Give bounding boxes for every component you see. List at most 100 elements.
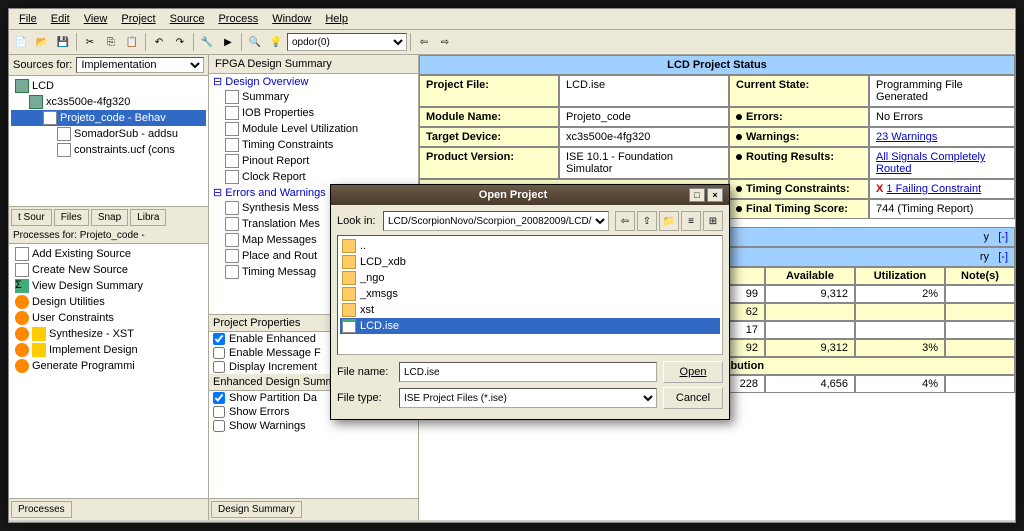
filetype-select[interactable]: ISE Project Files (*.ise): [399, 388, 657, 408]
proc-view-summary[interactable]: ΣView Design Summary: [11, 278, 206, 294]
es-errors-check[interactable]: [213, 406, 225, 418]
val-timing-constr[interactable]: X 1 Failing Constraint: [869, 179, 1015, 199]
menu-file[interactable]: File: [13, 11, 43, 27]
val-warnings-link[interactable]: 23 Warnings: [869, 127, 1015, 147]
dialog-close-icon[interactable]: ×: [707, 188, 723, 202]
src-sub1[interactable]: SomadorSub - addsu: [11, 126, 206, 142]
list-item[interactable]: _xmsgs: [340, 286, 720, 302]
nav-back-icon[interactable]: ⇦: [615, 211, 635, 231]
ov-timing[interactable]: Timing Constraints: [209, 137, 418, 153]
ov-summary[interactable]: Summary: [209, 89, 418, 105]
warning-icon: [32, 327, 46, 341]
src-module[interactable]: Projeto_code - Behav: [11, 110, 206, 126]
prop-enhanced-check[interactable]: [213, 333, 225, 345]
ov-pinout[interactable]: Pinout Report: [209, 153, 418, 169]
src-sub2[interactable]: constraints.ucf (cons: [11, 142, 206, 158]
play-icon[interactable]: ▶: [218, 32, 238, 52]
es-warnings[interactable]: Show Warnings: [209, 419, 418, 433]
proc-new-source[interactable]: Create New Source: [11, 262, 206, 278]
detail-view-icon[interactable]: ⊞: [703, 211, 723, 231]
lbl-module-name: Module Name:: [419, 107, 559, 127]
folder-icon: [342, 255, 356, 269]
filename-input[interactable]: [399, 362, 657, 382]
gear-icon: [15, 343, 29, 357]
proc-user-constraints[interactable]: User Constraints: [11, 310, 206, 326]
ov-clock[interactable]: Clock Report: [209, 169, 418, 185]
nav-up-icon[interactable]: ⇧: [637, 211, 657, 231]
val-routing-link[interactable]: All Signals Completely Routed: [869, 147, 1015, 179]
design-overview-group[interactable]: ⊟ Design Overview: [209, 74, 418, 89]
val-errors: No Errors: [869, 107, 1015, 127]
tab-files[interactable]: Files: [54, 209, 89, 226]
paste-icon[interactable]: 📋: [122, 32, 142, 52]
list-item[interactable]: xst: [340, 302, 720, 318]
menu-process[interactable]: Process: [212, 11, 264, 27]
val-final-score[interactable]: 744 (Timing Report): [869, 199, 1015, 219]
ov-module-util[interactable]: Module Level Utilization: [209, 121, 418, 137]
collapse-link-2[interactable]: [-]: [998, 251, 1008, 263]
prop-msg-check[interactable]: [213, 347, 225, 359]
src-device[interactable]: xc3s500e-4fg320: [11, 94, 206, 110]
gear-icon: [15, 295, 29, 309]
menu-view[interactable]: View: [78, 11, 114, 27]
prop-incr-check[interactable]: [213, 361, 225, 373]
es-partition-check[interactable]: [213, 392, 225, 404]
list-item-selected[interactable]: LCD.ise: [340, 318, 720, 334]
val-project-file: LCD.ise: [559, 75, 729, 107]
ov-iob[interactable]: IOB Properties: [209, 105, 418, 121]
src-root[interactable]: LCD: [11, 78, 206, 94]
proc-generate[interactable]: Generate Programmi: [11, 358, 206, 374]
cut-icon[interactable]: ✂: [80, 32, 100, 52]
cancel-button[interactable]: Cancel: [663, 387, 723, 409]
val-product-ver: ISE 10.1 - Foundation Simulator: [559, 147, 729, 179]
redo-icon[interactable]: ↷: [170, 32, 190, 52]
search-icon[interactable]: 🔍: [245, 32, 265, 52]
menu-help[interactable]: Help: [319, 11, 354, 27]
proc-add-source[interactable]: Add Existing Source: [11, 246, 206, 262]
list-item[interactable]: ..: [340, 238, 720, 254]
tab-processes[interactable]: Processes: [11, 501, 72, 518]
ise-file-icon: [342, 319, 356, 333]
page-icon: [225, 90, 239, 104]
tool-icon[interactable]: 🔧: [197, 32, 217, 52]
page-icon: [225, 265, 239, 279]
hdr-notes: Note(s): [945, 267, 1015, 285]
toolbar-combo[interactable]: opdor(0): [287, 33, 407, 51]
es-warnings-check[interactable]: [213, 420, 225, 432]
doc-icon: [15, 263, 29, 277]
lbl-target-device: Target Device:: [419, 127, 559, 147]
list-item[interactable]: LCD_xdb: [340, 254, 720, 270]
collapse-link[interactable]: [-]: [998, 231, 1008, 243]
tab-snapshots[interactable]: Snap: [91, 209, 128, 226]
ucf-icon: [57, 143, 71, 157]
list-view-icon[interactable]: ≡: [681, 211, 701, 231]
open-icon[interactable]: 📂: [32, 32, 52, 52]
copy-icon[interactable]: ⎘: [101, 32, 121, 52]
nav-fwd-icon[interactable]: ⇨: [435, 32, 455, 52]
file-list[interactable]: .. LCD_xdb _ngo _xmsgs xst LCD.ise: [337, 235, 723, 355]
tab-design-summary[interactable]: Design Summary: [211, 501, 302, 518]
bulb-icon[interactable]: 💡: [266, 32, 286, 52]
dialog-titlebar[interactable]: Open Project □ ×: [331, 185, 729, 205]
menu-project[interactable]: Project: [115, 11, 161, 27]
lbl-product-ver: Product Version:: [419, 147, 559, 179]
proc-synthesize[interactable]: Synthesize - XST: [11, 326, 206, 342]
nav-back-icon[interactable]: ⇦: [414, 32, 434, 52]
save-icon[interactable]: 💾: [53, 32, 73, 52]
proc-implement[interactable]: Implement Design: [11, 342, 206, 358]
list-item[interactable]: _ngo: [340, 270, 720, 286]
proc-design-util[interactable]: Design Utilities: [11, 294, 206, 310]
menu-source[interactable]: Source: [164, 11, 211, 27]
sources-for-select[interactable]: Implementation: [76, 57, 204, 73]
tab-libraries[interactable]: Libra: [130, 209, 166, 226]
undo-icon[interactable]: ↶: [149, 32, 169, 52]
new-icon[interactable]: 📄: [11, 32, 31, 52]
chip-icon: [15, 79, 29, 93]
menu-window[interactable]: Window: [266, 11, 317, 27]
new-folder-icon[interactable]: 📁: [659, 211, 679, 231]
look-in-select[interactable]: LCD/ScorpionNovo/Scorpion_20082009/LCD/: [383, 211, 609, 231]
menu-edit[interactable]: Edit: [45, 11, 76, 27]
tab-sources[interactable]: t Sour: [11, 209, 52, 226]
dialog-max-icon[interactable]: □: [689, 188, 705, 202]
open-button[interactable]: Open: [663, 361, 723, 383]
